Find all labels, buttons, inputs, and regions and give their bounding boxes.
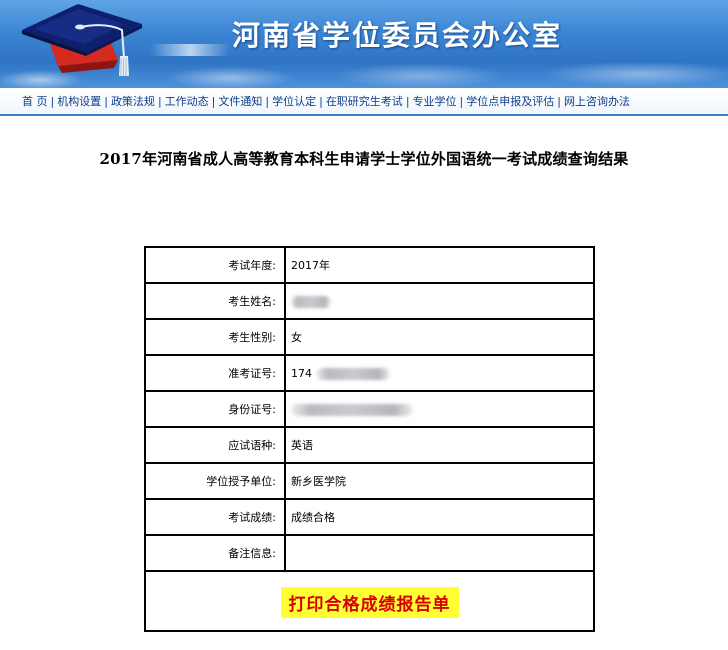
- table-row: 身份证号:: [144, 390, 595, 428]
- nav-separator: |: [319, 94, 323, 108]
- print-report-button[interactable]: 打印合格成绩报告单: [280, 586, 459, 618]
- row-label: 考生性别:: [144, 318, 286, 356]
- row-value-partial: 174: [284, 354, 595, 392]
- nav-separator: |: [211, 94, 216, 108]
- nav-item-online-consult[interactable]: 网上咨询办法: [564, 93, 630, 109]
- nav-item-home[interactable]: 首 页: [22, 93, 48, 109]
- row-value: 2017年: [284, 246, 595, 284]
- nav-separator: |: [157, 94, 162, 108]
- row-label: 身份证号:: [144, 390, 286, 428]
- site-title: 河南省学位委员会办公室: [232, 19, 563, 52]
- nav-separator: |: [50, 94, 55, 108]
- redacted-name: [291, 295, 331, 308]
- row-label: 学位授予单位:: [144, 462, 286, 500]
- page-title: 2017年河南省成人高等教育本科生申请学士学位外国语统一考试成绩查询结果: [99, 150, 629, 168]
- nav-separator: |: [104, 94, 108, 108]
- row-value: 成绩合格: [284, 498, 595, 536]
- row-label: 考生姓名:: [144, 282, 286, 320]
- header-banner: 河南省学位委员会办公室: [0, 0, 728, 88]
- row-label: 应试语种:: [144, 426, 286, 464]
- nav-item-graduate-exam[interactable]: 在职研究生考试: [326, 93, 403, 109]
- exam-number-prefix: 174: [291, 366, 312, 380]
- nav-separator: |: [265, 94, 270, 108]
- nav-item-degree-recognition[interactable]: 学位认定: [272, 93, 316, 109]
- table-row: 考生姓名:: [144, 282, 595, 320]
- action-cell: 打印合格成绩报告单: [144, 570, 595, 632]
- table-row: 考试成绩: 成绩合格: [144, 498, 595, 536]
- redacted-exam-number: [315, 367, 390, 380]
- nav-item-professional-degree[interactable]: 专业学位: [413, 93, 457, 109]
- row-value: [284, 534, 595, 572]
- redacted-id-number: [291, 403, 413, 416]
- nav-separator: |: [459, 94, 464, 108]
- table-row-action: 打印合格成绩报告单: [144, 570, 595, 632]
- row-value-redacted: [284, 390, 595, 428]
- row-label: 准考证号:: [144, 354, 286, 392]
- nav-separator: |: [557, 94, 561, 108]
- nav-item-policies[interactable]: 政策法规: [111, 93, 155, 109]
- table-row: 备注信息:: [144, 534, 595, 572]
- top-nav: 首 页 | 机构设置 | 政策法规 | 工作动态 | 文件通知 | 学位认定 |…: [0, 88, 728, 116]
- table-row: 准考证号: 174: [144, 354, 595, 392]
- nav-item-degree-evaluation[interactable]: 学位点申报及评估: [466, 93, 554, 109]
- result-table: 考试年度: 2017年 考生姓名: 考生性别: 女 准考证号: 174 身份证号…: [144, 246, 595, 632]
- row-label: 考试年度:: [144, 246, 286, 284]
- row-value: 女: [284, 318, 595, 356]
- table-row: 考生性别: 女: [144, 318, 595, 356]
- banner-horizon: [150, 44, 230, 56]
- row-label: 考试成绩:: [144, 498, 286, 536]
- row-value-redacted: [284, 282, 595, 320]
- row-value: 英语: [284, 426, 595, 464]
- row-label: 备注信息:: [144, 534, 286, 572]
- graduation-cap-icon: [22, 4, 142, 76]
- table-row: 考试年度: 2017年: [144, 246, 595, 284]
- table-row: 应试语种: 英语: [144, 426, 595, 464]
- nav-item-notices[interactable]: 文件通知: [218, 93, 262, 109]
- nav-item-news[interactable]: 工作动态: [165, 93, 209, 109]
- row-value: 新乡医学院: [284, 462, 595, 500]
- nav-item-organization[interactable]: 机构设置: [57, 93, 101, 109]
- nav-separator: |: [405, 94, 410, 108]
- table-row: 学位授予单位: 新乡医学院: [144, 462, 595, 500]
